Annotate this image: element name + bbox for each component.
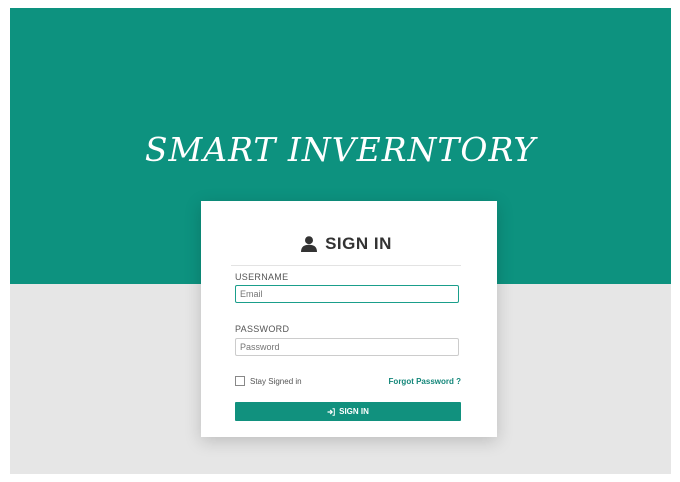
user-icon <box>300 235 318 253</box>
login-heading: SIGN IN <box>325 234 392 253</box>
sign-in-icon <box>327 407 335 416</box>
remember-row: Stay Signed in Forgot Password ? <box>235 374 461 388</box>
sign-in-button-label: SIGN IN <box>339 407 369 416</box>
sign-in-button[interactable]: SIGN IN <box>235 402 461 421</box>
password-input[interactable] <box>235 338 459 356</box>
app-title: SMART INVERNTORY <box>144 130 537 169</box>
password-label: PASSWORD <box>235 324 290 334</box>
login-page: SMART INVERNTORY SIGN IN USERNAME PASSWO… <box>10 8 671 474</box>
login-card: SIGN IN USERNAME PASSWORD Stay Signed in… <box>201 201 497 437</box>
login-card-header: SIGN IN <box>231 229 461 266</box>
username-input[interactable] <box>235 285 459 303</box>
stay-signed-in-option[interactable]: Stay Signed in <box>235 376 302 386</box>
stay-signed-in-checkbox[interactable] <box>235 376 245 386</box>
forgot-password-link[interactable]: Forgot Password ? <box>389 377 461 386</box>
stay-signed-in-label: Stay Signed in <box>250 376 302 386</box>
username-label: USERNAME <box>235 272 289 282</box>
